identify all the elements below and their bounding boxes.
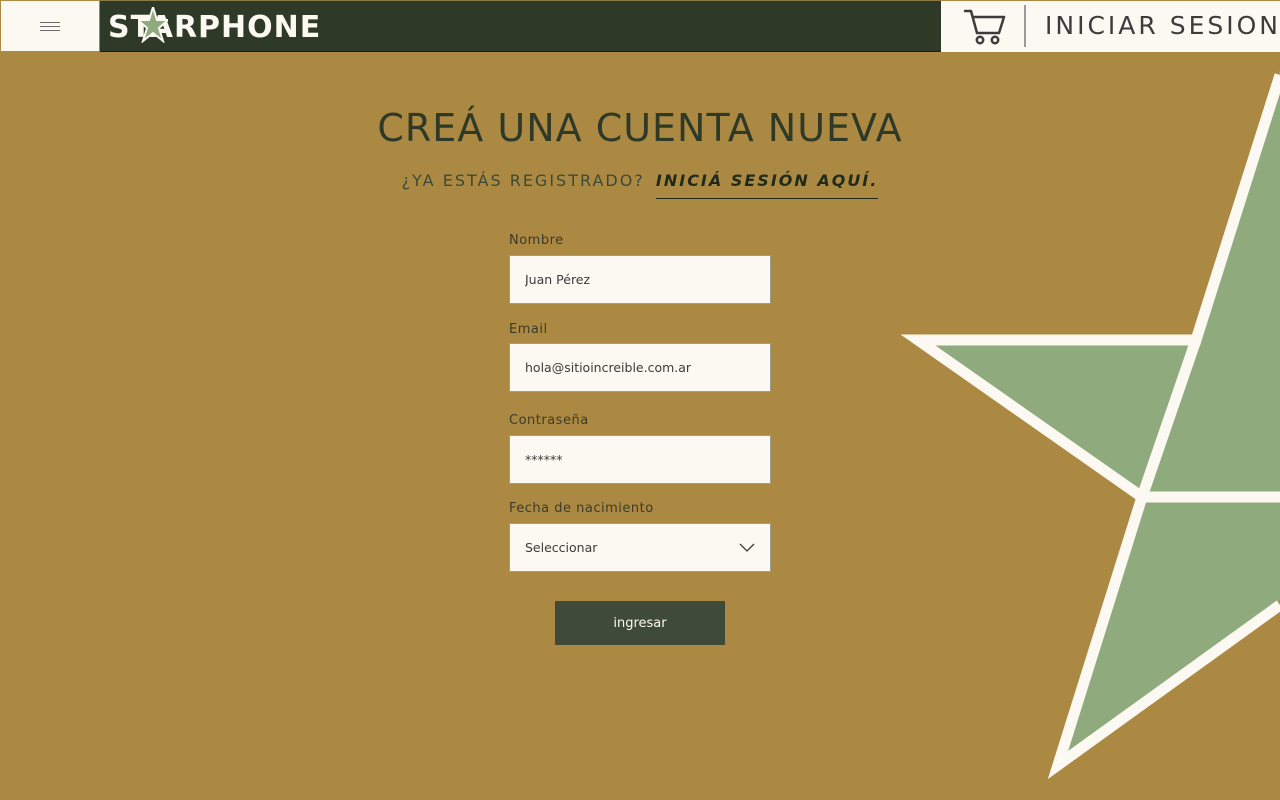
birthdate-selected-value: Seleccionar	[525, 540, 598, 555]
password-field[interactable]	[509, 435, 771, 484]
logo[interactable]: STARPHONE	[108, 7, 321, 45]
subtitle-text: ¿YA ESTÁS REGISTRADO?	[401, 171, 645, 190]
logo-star-icon	[138, 7, 168, 43]
chevron-down-icon	[739, 543, 755, 552]
header-divider	[1024, 5, 1026, 47]
shopping-cart-icon[interactable]	[963, 7, 1007, 47]
header-actions: INICIAR SESION	[941, 1, 1280, 52]
header: STARPHONE INICIAR SESION	[0, 0, 1280, 52]
email-label: Email	[509, 322, 548, 337]
signin-link[interactable]: INICIÁ SESIÓN AQUÍ.	[655, 171, 879, 199]
submit-button[interactable]: ingresar	[555, 601, 725, 645]
birthdate-label: Fecha de nacimiento	[509, 501, 654, 516]
page-subtitle: ¿YA ESTÁS REGISTRADO? INICIÁ SESIÓN AQUÍ…	[0, 171, 1280, 199]
birthdate-select[interactable]: Seleccionar	[509, 523, 771, 572]
brand-bar: STARPHONE	[100, 0, 941, 52]
login-link[interactable]: INICIAR SESION	[1045, 9, 1280, 43]
hamburger-menu-icon	[40, 21, 60, 31]
password-label: Contraseña	[509, 413, 589, 428]
name-field[interactable]	[509, 255, 771, 304]
page-title: CREÁ UNA CUENTA NUEVA	[377, 106, 903, 150]
hamburger-menu-button[interactable]	[1, 1, 99, 51]
email-field[interactable]	[509, 343, 771, 392]
name-label: Nombre	[509, 233, 564, 248]
